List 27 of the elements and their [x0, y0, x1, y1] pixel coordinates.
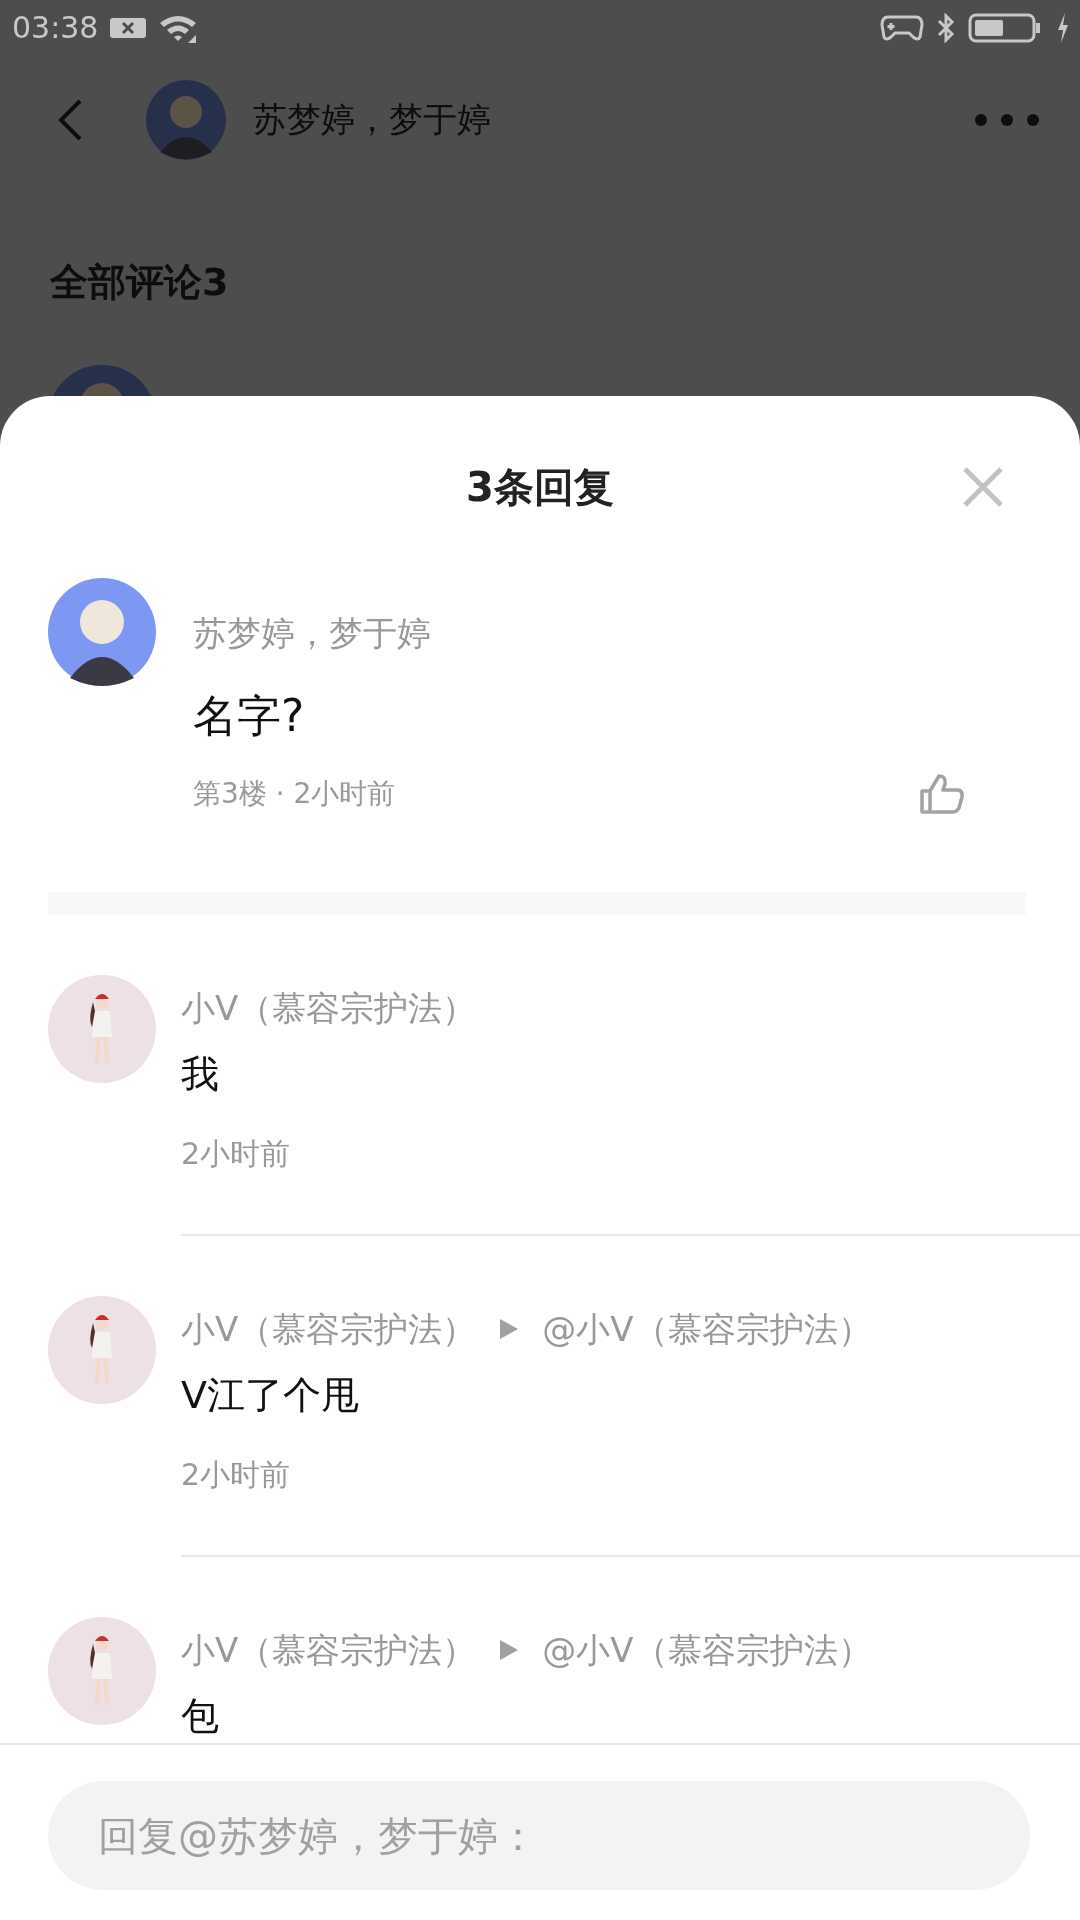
status-time: 03:38	[12, 10, 99, 45]
reply-time: 2小时前	[181, 1456, 292, 1494]
reply-text: 包	[181, 1693, 220, 1740]
charging-icon	[1056, 12, 1070, 43]
close-icon[interactable]	[961, 465, 1005, 509]
sheet-title: 3条回复	[466, 462, 614, 512]
triangle-icon	[500, 1640, 519, 1660]
mention-name[interactable]: @小V（慕容宗护法）	[542, 1630, 872, 1670]
author-name: 苏梦婷，梦于婷	[193, 613, 432, 653]
author-name: 小V（慕容宗护法）	[181, 1630, 477, 1670]
author-name: 小V（慕容宗护法）	[181, 988, 477, 1028]
more-icon[interactable]	[974, 113, 1040, 127]
user-name: 苏梦婷，梦于婷	[253, 98, 491, 141]
reply-time: 2小时前	[181, 1135, 292, 1173]
triangle-icon	[500, 1319, 519, 1339]
reply-text: 我	[181, 1051, 220, 1098]
reply-text: V江了个甩	[181, 1372, 360, 1419]
sim-icon	[110, 15, 147, 40]
comment-text: 名字?	[193, 689, 306, 743]
comments-heading: 全部评论3	[49, 259, 230, 306]
bluetooth-icon	[936, 12, 956, 43]
reply-field[interactable]: 回复@苏梦婷，梦于婷：	[48, 1781, 1030, 1890]
like-icon[interactable]	[919, 773, 965, 815]
mention-name[interactable]: @小V（慕容宗护法）	[542, 1309, 872, 1349]
author-name: 小V（慕容宗护法）	[181, 1309, 477, 1349]
comment-meta: 第3楼 · 2小时前	[193, 776, 396, 812]
avatar[interactable]	[48, 578, 156, 686]
